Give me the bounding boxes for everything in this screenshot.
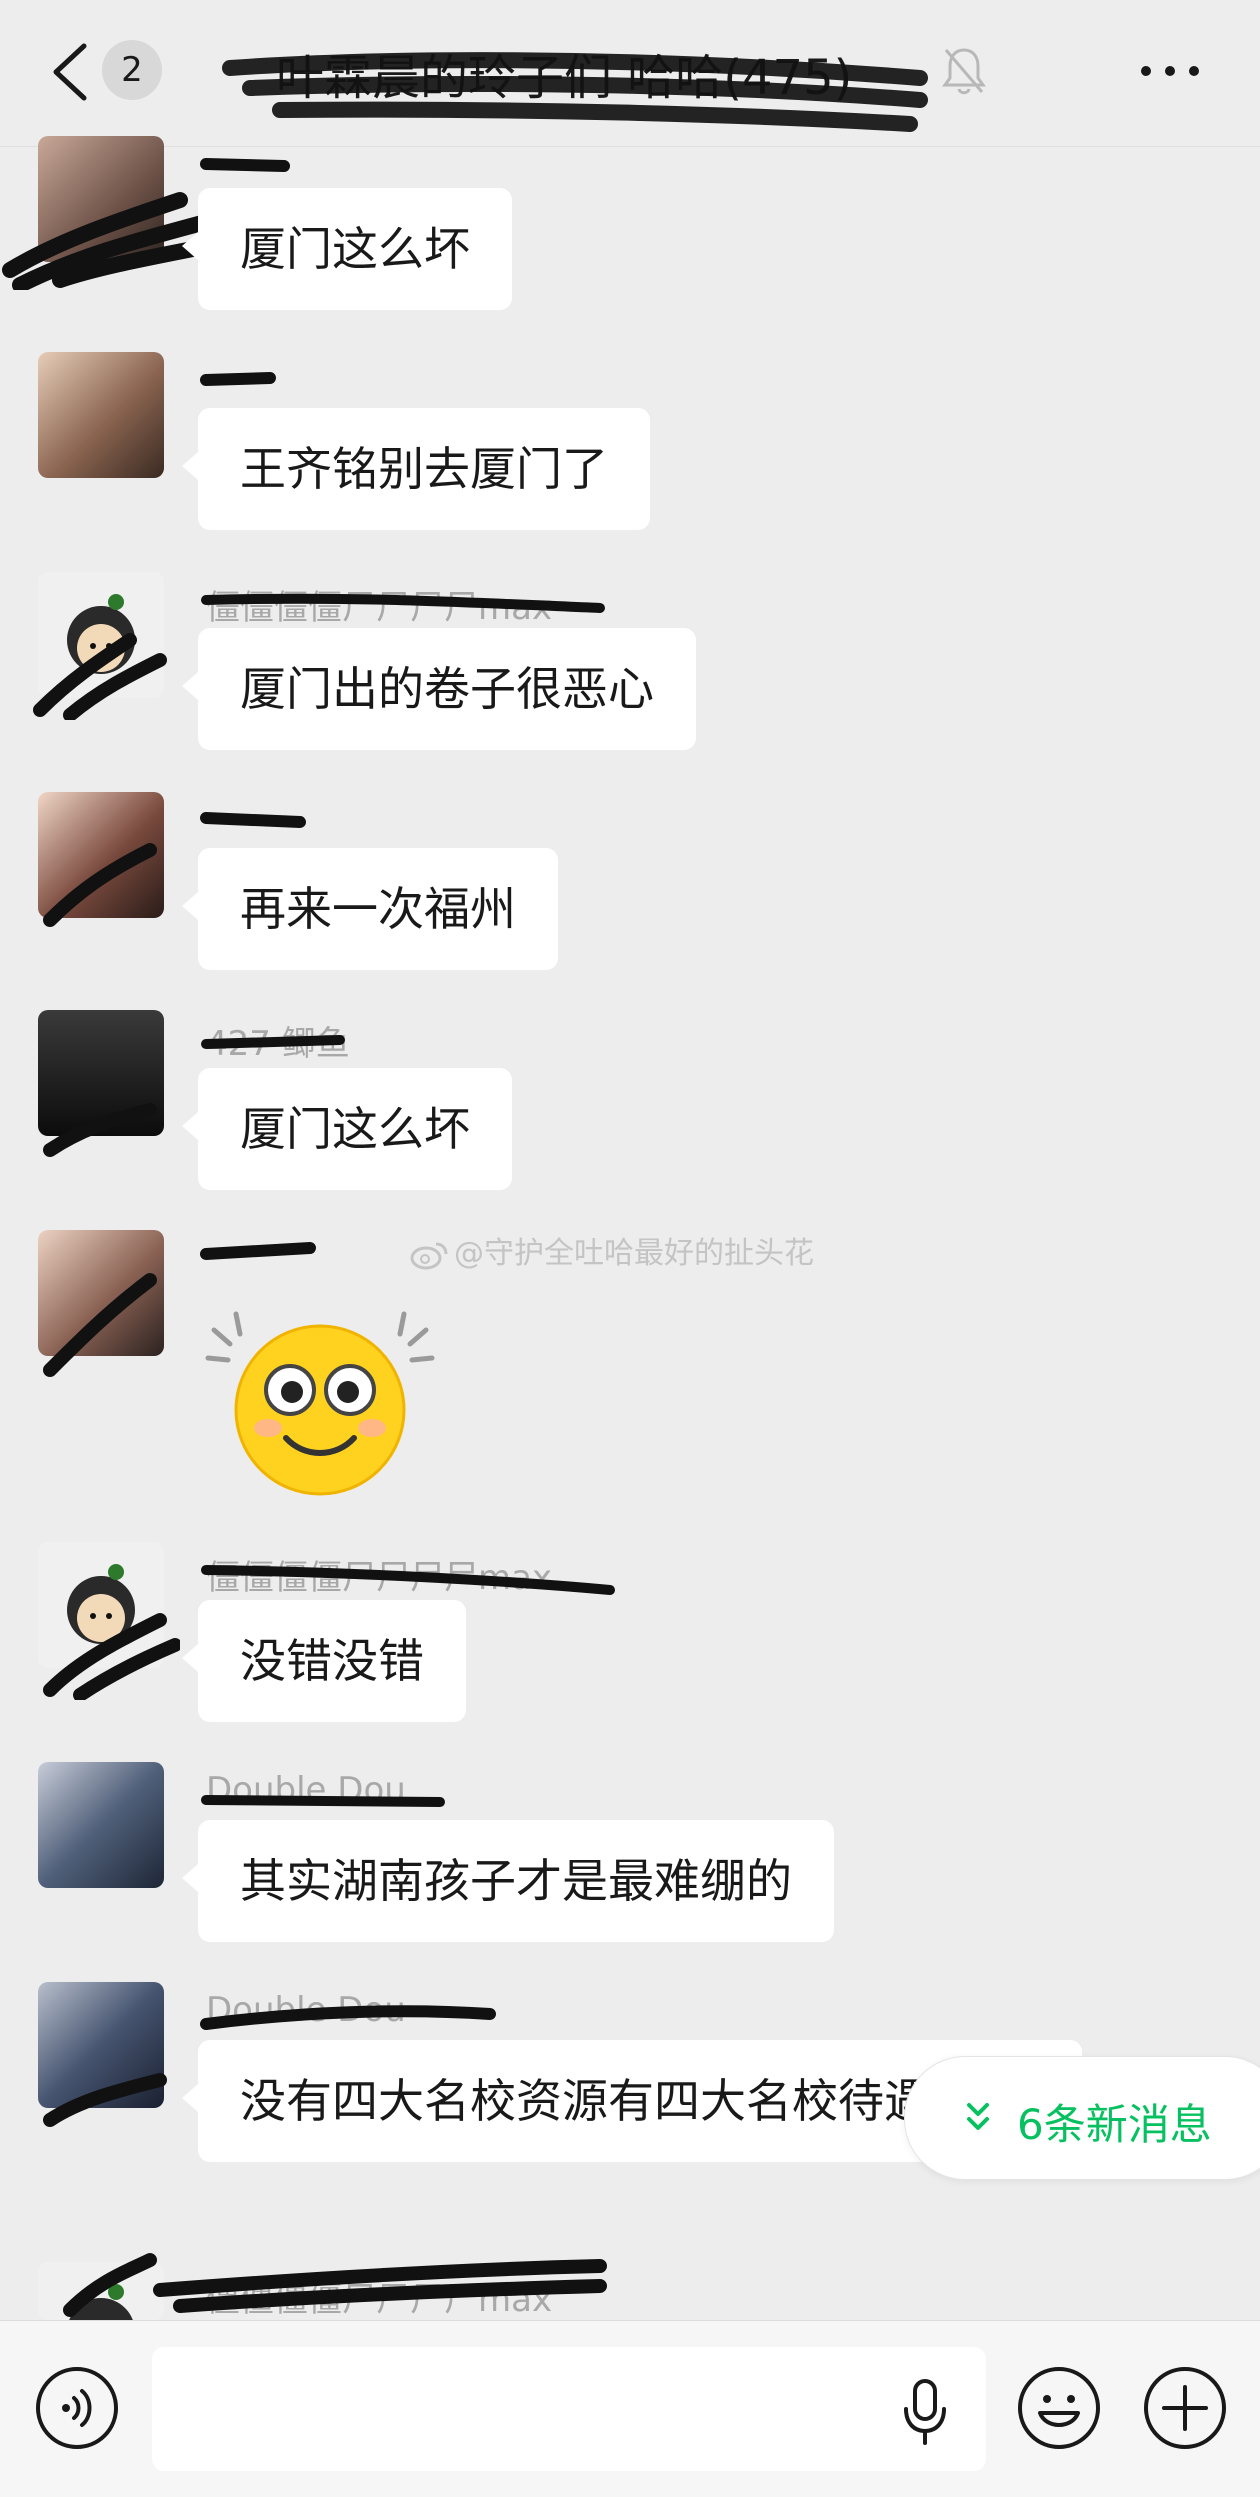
message-bubble[interactable]: 厦门这么坏 bbox=[182, 1068, 512, 1190]
microphone-icon[interactable] bbox=[900, 2377, 950, 2447]
unread-count-badge[interactable]: 2 bbox=[102, 40, 162, 100]
avatar[interactable] bbox=[38, 792, 164, 918]
more-options-icon[interactable] bbox=[1138, 56, 1202, 86]
voice-mode-icon[interactable] bbox=[34, 2365, 120, 2451]
cartoon-avatar-icon bbox=[69, 2284, 133, 2320]
message-bubble[interactable]: 没错没错 bbox=[182, 1600, 466, 1722]
avatar[interactable] bbox=[38, 1542, 164, 1668]
emoji-icon[interactable] bbox=[1016, 2365, 1102, 2451]
message-bubble[interactable]: 厦门出的卷子很恶心 bbox=[182, 628, 696, 750]
name-redaction-scribble bbox=[200, 812, 306, 828]
name-redaction-scribble bbox=[200, 158, 290, 172]
plus-icon[interactable] bbox=[1142, 2365, 1228, 2451]
smiling-face-sticker-icon[interactable] bbox=[200, 1300, 440, 1500]
message-bubble[interactable]: 再来一次福州 bbox=[182, 848, 558, 970]
mute-bell-icon bbox=[942, 48, 986, 95]
weibo-watermark: @守护全吐哈最好的扯头花 bbox=[408, 1228, 814, 1272]
avatar[interactable] bbox=[38, 352, 164, 478]
sender-name: 僵僵僵僵尸尸尸尸max bbox=[206, 588, 553, 628]
message-bubble[interactable]: 其实湖南孩子才是最难绷的 bbox=[182, 1820, 834, 1942]
chat-header: 2 叶霖晨的玲子们 哈哈(475) bbox=[0, 0, 1260, 147]
message-input[interactable] bbox=[152, 2347, 986, 2471]
avatar[interactable] bbox=[38, 1230, 164, 1356]
chat-title: 叶霖晨的玲子们 哈哈(475) bbox=[276, 50, 853, 106]
avatar[interactable] bbox=[38, 1010, 164, 1136]
sender-name: 427 鲫鱼 bbox=[206, 1024, 350, 1064]
cartoon-avatar-icon bbox=[67, 1564, 135, 1644]
sender-name: Double Dou bbox=[206, 1770, 406, 1810]
avatar[interactable] bbox=[38, 2262, 164, 2320]
avatar[interactable] bbox=[38, 572, 164, 698]
input-bar bbox=[0, 2320, 1260, 2497]
sender-name: 僵僵僵僵尸尸尸尸max bbox=[206, 2280, 553, 2320]
message-bubble[interactable]: 王齐铭别去厦门了 bbox=[182, 408, 650, 530]
sender-name: 僵僵僵僵尸尸尸尸max bbox=[206, 1558, 553, 1598]
message-bubble[interactable]: 厦门这么坏 bbox=[182, 188, 512, 310]
back-icon[interactable] bbox=[44, 40, 96, 104]
name-redaction-scribble bbox=[200, 1242, 316, 1260]
sender-name: Double Dou bbox=[206, 1990, 406, 2030]
new-messages-button[interactable]: 6条新消息 bbox=[904, 2056, 1260, 2180]
name-redaction-scribble bbox=[200, 372, 276, 386]
avatar[interactable] bbox=[38, 1982, 164, 2108]
watermark-text: @守护全吐哈最好的扯头花 bbox=[454, 1236, 814, 1271]
new-messages-label: 6条新消息 bbox=[1017, 2100, 1212, 2149]
weibo-icon bbox=[410, 1242, 448, 1269]
cartoon-avatar-icon bbox=[67, 594, 135, 674]
double-chevron-down-icon bbox=[967, 2103, 989, 2130]
avatar[interactable] bbox=[38, 1762, 164, 1888]
avatar[interactable] bbox=[38, 136, 164, 262]
